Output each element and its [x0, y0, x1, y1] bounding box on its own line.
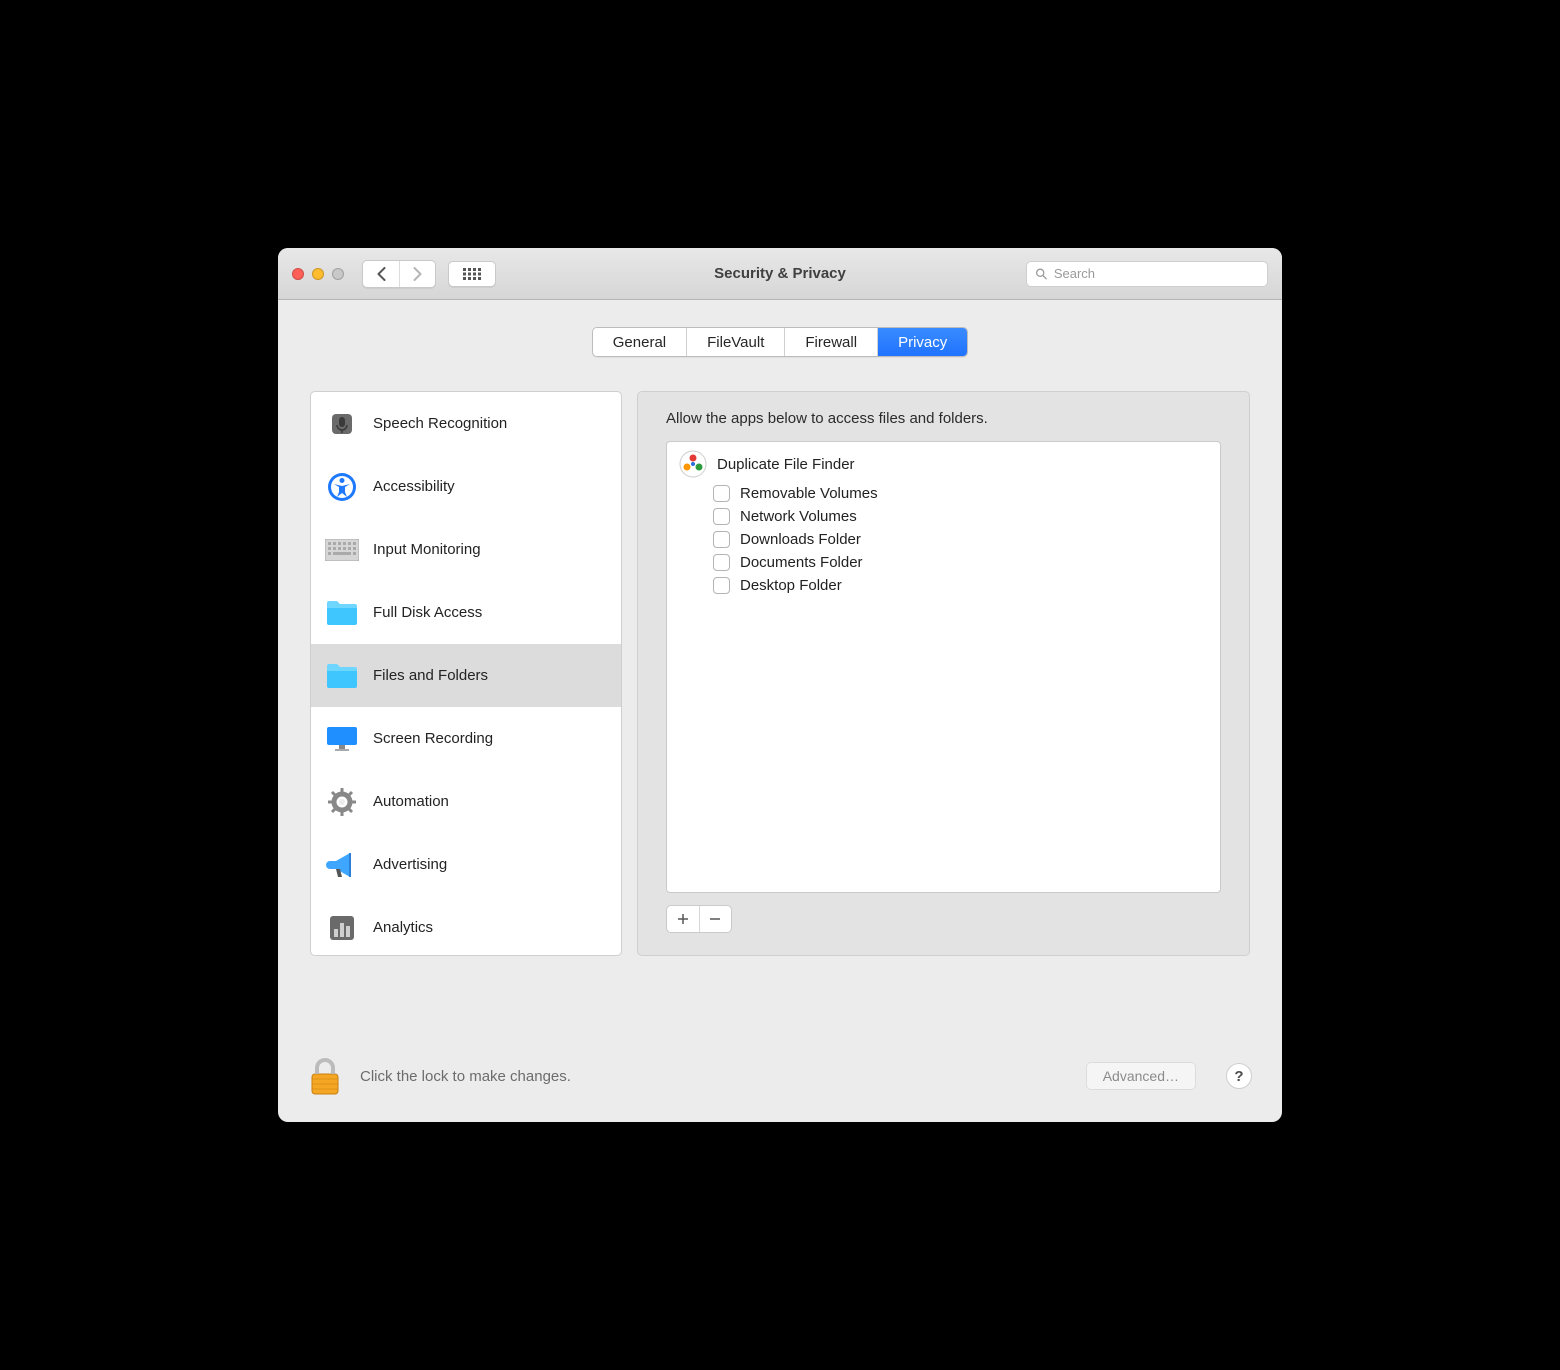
sidebar-item-files-and-folders[interactable]: Files and Folders	[311, 644, 621, 707]
permission-checkbox[interactable]	[713, 531, 730, 548]
chevron-right-icon	[412, 267, 423, 281]
permission-checkbox[interactable]	[713, 485, 730, 502]
back-button[interactable]	[363, 261, 399, 287]
permission-row: Downloads Folder	[667, 528, 1220, 551]
plus-icon	[677, 913, 689, 925]
remove-button[interactable]	[699, 906, 732, 932]
app-name: Duplicate File Finder	[717, 456, 855, 473]
sidebar-item-label: Accessibility	[373, 478, 455, 495]
sidebar-item-label: Speech Recognition	[373, 415, 507, 432]
sidebar-item-advertising[interactable]: Advertising	[311, 833, 621, 896]
sidebar-item-label: Screen Recording	[373, 730, 493, 747]
permission-label: Removable Volumes	[740, 485, 878, 502]
sidebar-item-label: Files and Folders	[373, 667, 488, 684]
chevron-left-icon	[376, 267, 387, 281]
permission-row: Documents Folder	[667, 551, 1220, 574]
add-button[interactable]	[667, 906, 699, 932]
microphone-icon	[325, 407, 359, 441]
lock-text: Click the lock to make changes.	[360, 1068, 571, 1085]
tab-privacy[interactable]: Privacy	[877, 328, 967, 356]
detail-heading: Allow the apps below to access files and…	[666, 410, 1221, 427]
permission-label: Downloads Folder	[740, 531, 861, 548]
add-remove-control	[666, 905, 732, 933]
sidebar-item-analytics[interactable]: Analytics	[311, 896, 621, 956]
sidebar-item-full-disk-access[interactable]: Full Disk Access	[311, 581, 621, 644]
minus-icon	[709, 913, 721, 925]
permission-label: Network Volumes	[740, 508, 857, 525]
permission-row: Desktop Folder	[667, 574, 1220, 597]
titlebar: Security & Privacy	[278, 248, 1282, 300]
tab-general[interactable]: General	[593, 328, 686, 356]
display-icon	[325, 722, 359, 756]
advanced-button[interactable]: Advanced…	[1086, 1062, 1196, 1090]
content-area: Speech Recognition Accessibility Input M…	[278, 357, 1282, 1030]
tab-firewall[interactable]: Firewall	[784, 328, 877, 356]
tab-bar: General FileVault Firewall Privacy	[278, 327, 1282, 357]
app-row: Duplicate File Finder	[667, 442, 1220, 482]
accessibility-icon	[325, 470, 359, 504]
lock-icon[interactable]	[308, 1056, 342, 1096]
grid-icon	[463, 268, 481, 280]
sidebar-item-label: Analytics	[373, 919, 433, 936]
forward-button[interactable]	[399, 261, 435, 287]
folder-icon	[325, 659, 359, 693]
zoom-window-button[interactable]	[332, 268, 344, 280]
minimize-window-button[interactable]	[312, 268, 324, 280]
nav-buttons	[362, 260, 436, 288]
barchart-icon	[325, 911, 359, 945]
footer: Click the lock to make changes. Advanced…	[278, 1030, 1282, 1122]
apps-listbox[interactable]: Duplicate File Finder Removable Volumes …	[666, 441, 1221, 893]
sidebar-item-label: Full Disk Access	[373, 604, 482, 621]
preferences-window: Security & Privacy General FileVault Fir…	[278, 248, 1282, 1122]
tab-filevault[interactable]: FileVault	[686, 328, 784, 356]
folder-icon	[325, 596, 359, 630]
sidebar-item-label: Input Monitoring	[373, 541, 481, 558]
gear-icon	[325, 785, 359, 819]
permission-checkbox[interactable]	[713, 577, 730, 594]
privacy-category-list[interactable]: Speech Recognition Accessibility Input M…	[310, 391, 622, 956]
megaphone-icon	[325, 848, 359, 882]
show-all-button[interactable]	[448, 261, 496, 287]
sidebar-item-automation[interactable]: Automation	[311, 770, 621, 833]
permission-label: Desktop Folder	[740, 577, 842, 594]
search-field[interactable]	[1026, 261, 1268, 287]
permission-checkbox[interactable]	[713, 508, 730, 525]
sidebar-item-speech-recognition[interactable]: Speech Recognition	[311, 392, 621, 455]
sidebar-item-screen-recording[interactable]: Screen Recording	[311, 707, 621, 770]
sidebar-item-label: Automation	[373, 793, 449, 810]
app-icon	[679, 450, 707, 478]
permission-label: Documents Folder	[740, 554, 863, 571]
search-input[interactable]	[1054, 266, 1259, 281]
permission-row: Network Volumes	[667, 505, 1220, 528]
permission-row: Removable Volumes	[667, 482, 1220, 505]
close-window-button[interactable]	[292, 268, 304, 280]
permission-checkbox[interactable]	[713, 554, 730, 571]
sidebar-item-accessibility[interactable]: Accessibility	[311, 455, 621, 518]
sidebar-item-input-monitoring[interactable]: Input Monitoring	[311, 518, 621, 581]
window-controls	[292, 268, 344, 280]
keyboard-icon	[325, 533, 359, 567]
detail-panel: Allow the apps below to access files and…	[637, 391, 1250, 956]
sidebar-item-label: Advertising	[373, 856, 447, 873]
tabs: General FileVault Firewall Privacy	[592, 327, 969, 357]
search-icon	[1035, 267, 1048, 281]
help-button[interactable]: ?	[1226, 1063, 1252, 1089]
